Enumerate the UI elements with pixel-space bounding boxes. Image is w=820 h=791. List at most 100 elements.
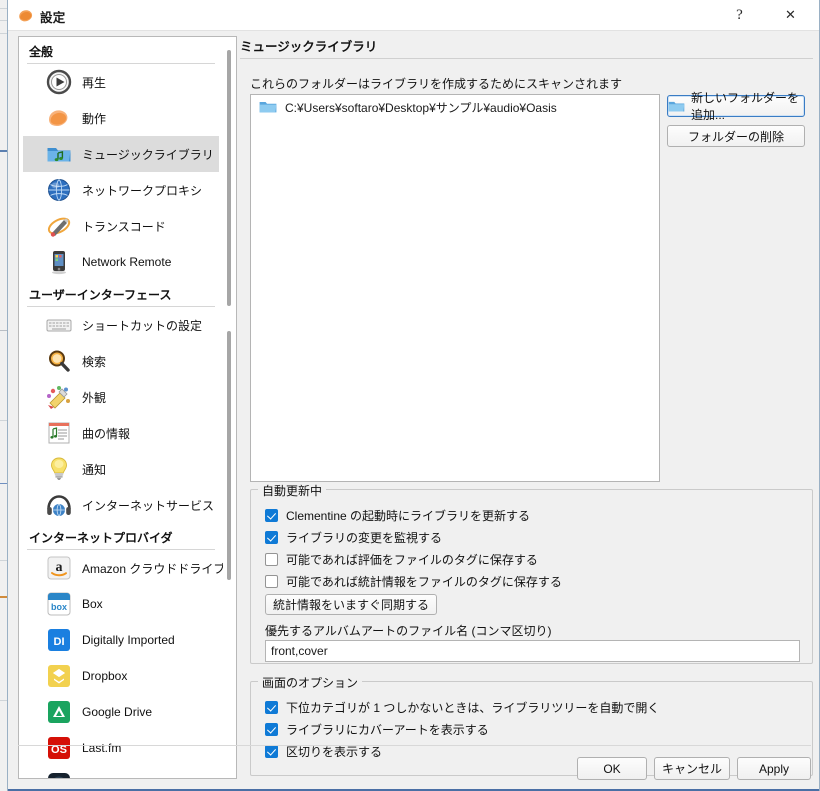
sidebar-item-label: Box: [82, 597, 103, 611]
sidebar-item-label: 通知: [82, 462, 107, 477]
display-options-caption: 画面のオプション: [258, 674, 363, 691]
remove-folder-label: フォルダーの削除: [687, 129, 784, 144]
sidebar-item-label: トランスコード: [82, 219, 166, 234]
checkbox-indicator: [265, 744, 278, 758]
checkbox-update-on-startup[interactable]: Clementine の起動時にライブラリを更新する: [265, 506, 530, 524]
sync-statistics-label: 統計情報をいますぐ同期する: [273, 598, 430, 612]
sidebar-item-label: Last.fm: [82, 741, 122, 755]
checkbox-label: 下位カテゴリが 1 つしかないときは、ライブラリツリーを自動で開く: [286, 700, 660, 715]
scanned-folders-list[interactable]: C:¥Users¥softaro¥Desktop¥サンプル¥audio¥Oasi…: [250, 94, 660, 482]
lastfm-icon: OS: [45, 734, 73, 762]
sidebar-item-notifications[interactable]: 通知: [23, 451, 219, 487]
sidebar-item-google-drive[interactable]: Google Drive: [23, 694, 219, 730]
remove-folder-button[interactable]: フォルダーの削除: [667, 125, 805, 147]
sidebar-item-dropbox[interactable]: Dropbox: [23, 658, 219, 694]
digitally-imported-icon: DI: [45, 626, 73, 654]
sidebar-item-label: Magnatune: [82, 777, 142, 778]
sidebar-item-label: 曲の情報: [82, 426, 131, 441]
play-icon: [45, 68, 73, 96]
help-button[interactable]: ?: [717, 0, 762, 30]
ok-button[interactable]: OK: [577, 757, 647, 780]
sidebar-item-internet-services[interactable]: インターネットサービス: [23, 487, 219, 523]
checkbox-label: Clementine の起動時にライブラリを更新する: [286, 508, 531, 523]
sidebar-item-digitally-imported[interactable]: DI Digitally Imported: [23, 622, 219, 658]
checkbox-save-statistics-to-tags[interactable]: 可能であれば統計情報をファイルのタグに保存する: [265, 572, 562, 590]
albumart-filename-value: front,cover: [271, 644, 328, 658]
footer-divider: [18, 745, 811, 746]
music-library-folder-icon: [45, 140, 73, 168]
globe-icon: [45, 176, 73, 204]
song-info-icon: [45, 419, 73, 447]
sidebar-group-heading-internet-providers: インターネットプロバイダ: [27, 523, 215, 550]
sidebar-item-transcode[interactable]: トランスコード: [23, 208, 219, 244]
sidebar-group-heading-general: 全般: [27, 37, 215, 64]
checkbox-indicator: [265, 530, 278, 544]
phone-icon: [45, 248, 73, 276]
sidebar-item-amazon-cloud-drive[interactable]: a Amazon クラウドドライブ: [23, 550, 223, 586]
headphones-globe-icon: [45, 491, 73, 519]
ok-label: OK: [603, 761, 621, 776]
sidebar-group-heading-user-interface: ユーザーインターフェース: [27, 280, 215, 307]
sidebar-scrollbar-lower[interactable]: [223, 325, 236, 778]
apply-button[interactable]: Apply: [737, 757, 811, 780]
sidebar-item-label: Google Drive: [82, 705, 153, 719]
sidebar-item-song-info[interactable]: 曲の情報: [23, 415, 219, 451]
sidebar-item-label: 検索: [82, 354, 107, 369]
checkbox-save-ratings-to-tags[interactable]: 可能であれば評価をファイルのタグに保存する: [265, 550, 538, 568]
add-folder-button[interactable]: 新しいフォルダーを追加...: [667, 91, 805, 122]
sidebar-item-appearance[interactable]: 外観: [23, 379, 219, 415]
box-icon: box: [45, 590, 73, 618]
page-title: ミュージックライブラリ: [240, 40, 378, 54]
checkbox-indicator: [265, 574, 278, 588]
sidebar-item-label: ショートカットの設定: [82, 318, 203, 333]
sidebar-item-shortcuts[interactable]: ショートカットの設定: [23, 307, 219, 343]
sync-statistics-button[interactable]: 統計情報をいますぐ同期する: [265, 594, 438, 615]
sidebar-item-behaviour[interactable]: 動作: [23, 100, 219, 136]
title-divider: [240, 58, 813, 59]
checkbox-label: ライブラリにカバーアートを表示する: [286, 722, 489, 737]
sidebar-scrollbar-upper[interactable]: [223, 37, 236, 322]
close-button[interactable]: ✕: [768, 0, 813, 30]
sidebar-item-lastfm[interactable]: OS Last.fm: [23, 730, 219, 766]
checkbox-auto-open-single-category[interactable]: 下位カテゴリが 1 つしかないときは、ライブラリツリーを自動で開く: [265, 698, 659, 716]
sidebar-item-label: ミュージックライブラリ: [82, 147, 214, 162]
list-item[interactable]: C:¥Users¥softaro¥Desktop¥サンプル¥audio¥Oasi…: [251, 95, 659, 119]
sidebar-item-music-library[interactable]: ミュージックライブラリ: [23, 136, 219, 172]
auto-update-caption: 自動更新中: [258, 482, 327, 499]
checkbox-indicator: [265, 552, 278, 566]
checkbox-indicator: [265, 722, 278, 736]
checkbox-show-cover-art[interactable]: ライブラリにカバーアートを表示する: [265, 720, 489, 738]
checkbox-label: ライブラリの変更を監視する: [286, 530, 443, 545]
title-bar: 設定 ? ✕: [8, 0, 819, 31]
svg-text:box: box: [51, 602, 67, 612]
sidebar-item-playback[interactable]: 再生: [23, 64, 219, 100]
settings-category-list-viewport: 全般 再生 動作 ミュージックライブラリ ネットワークプロキシ トランスコード …: [19, 37, 223, 778]
sidebar-item-label: 外観: [82, 390, 107, 405]
keyboard-icon: [45, 311, 73, 339]
albumart-filename-input[interactable]: front,cover: [265, 640, 800, 662]
svg-text:a: a: [56, 560, 63, 575]
settings-dialog: 設定 ? ✕ 全般 再生 動作 ミュージックライブラリ ネットワークプロキシ ト…: [7, 0, 820, 791]
palette-icon: [45, 383, 73, 411]
cancel-button[interactable]: キャンセル: [654, 757, 730, 780]
magnatune-icon: [45, 770, 73, 778]
checkbox-monitor-changes[interactable]: ライブラリの変更を監視する: [265, 528, 442, 546]
albumart-filename-label: 優先するアルバムアートのファイル名 (コンマ区切り): [265, 624, 552, 638]
sidebar-item-label: ネットワークプロキシ: [82, 183, 203, 198]
checkbox-label: 可能であれば統計情報をファイルのタグに保存する: [286, 574, 562, 589]
transcode-icon: [45, 212, 73, 240]
sidebar-item-magnatune[interactable]: Magnatune: [23, 766, 219, 778]
sidebar-item-network-remote[interactable]: Network Remote: [23, 244, 219, 280]
lightbulb-icon: [45, 455, 73, 483]
sidebar-item-box[interactable]: box Box: [23, 586, 219, 622]
checkbox-label: 可能であれば評価をファイルのタグに保存する: [286, 552, 538, 567]
settings-category-list[interactable]: 全般 再生 動作 ミュージックライブラリ ネットワークプロキシ トランスコード …: [18, 36, 237, 779]
sidebar-item-network-proxy[interactable]: ネットワークプロキシ: [23, 172, 219, 208]
sidebar-item-search[interactable]: 検索: [23, 343, 219, 379]
window-title: 設定: [40, 11, 66, 25]
sidebar-item-label: 再生: [82, 75, 107, 90]
music-library-settings-panel: ミュージックライブラリ これらのフォルダーはライブラリを作成するためにスキャンさ…: [240, 36, 813, 776]
sidebar-item-label: Network Remote: [82, 255, 172, 269]
amazon-icon: a: [45, 554, 73, 582]
sidebar-item-label: Digitally Imported: [82, 633, 175, 647]
